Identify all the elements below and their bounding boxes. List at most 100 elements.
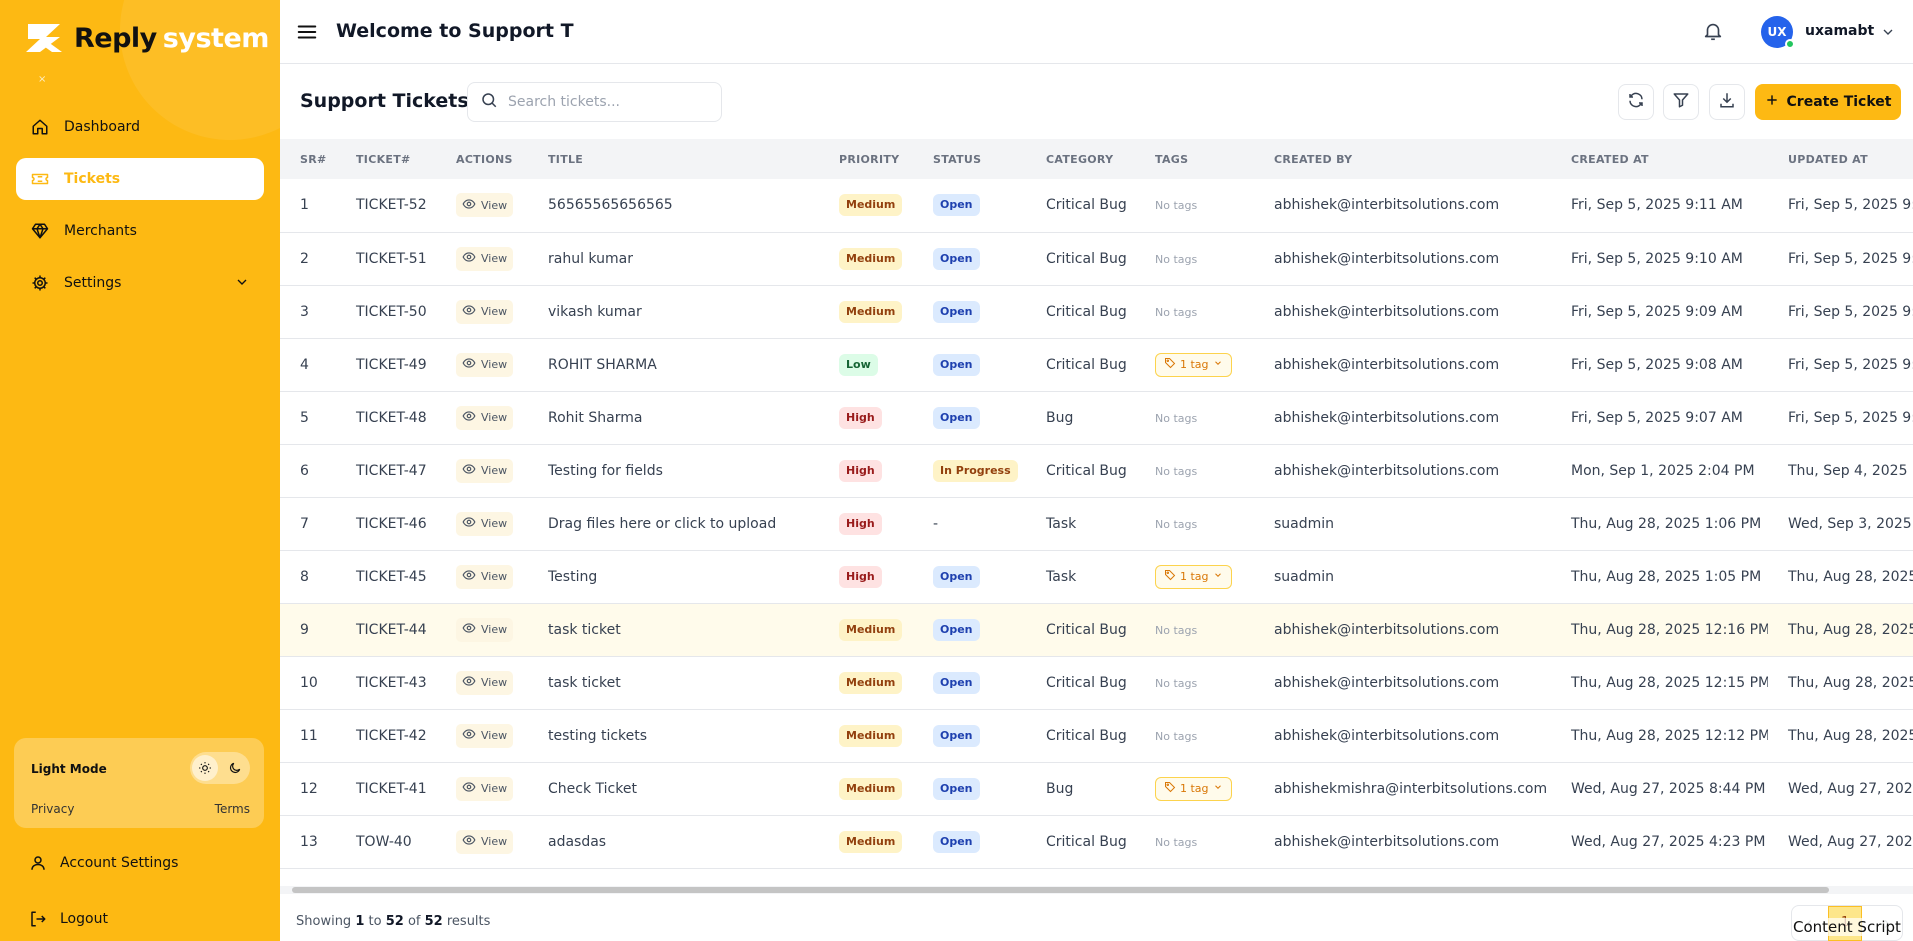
status-cell: Open [913,603,1026,656]
view-button[interactable]: View [456,723,514,748]
view-button[interactable]: View [456,564,514,589]
updated-at-cell: Fri, Sep 5, 2025 9:10 AM [1788,250,1913,267]
tag-icon [1164,781,1176,796]
sidebar-item-merchants[interactable]: Merchants [16,210,264,252]
column-header[interactable]: TAGS [1135,139,1254,179]
view-button[interactable]: View [456,670,514,695]
created-at-cell: Thu, Aug 28, 2025 1:06 PM [1571,515,1762,532]
status-badge: Open [933,247,980,270]
view-button[interactable]: View [456,458,514,483]
search-input[interactable] [508,94,708,110]
table-row[interactable]: 6 TICKET-47 View Testing for fields High In P… [280,444,1913,497]
column-header[interactable]: TICKET# [336,139,436,179]
table-row[interactable]: 1 TICKET-52 View 56565565656565 Medium Open Cr… [280,179,1913,232]
column-header[interactable]: SR# [280,139,336,179]
created-at-cell: Wed, Aug 27, 2025 8:44 PM [1571,780,1766,797]
view-button[interactable]: View [456,193,514,218]
table-row[interactable]: 7 TICKET-46 View Drag files here or click t… [280,497,1913,550]
sidebar-item-tickets[interactable]: Tickets [16,158,264,200]
table-row[interactable]: 8 TICKET-45 View Testing High Open Task 1 tag su… [280,550,1913,603]
sidebar-item-dashboard[interactable]: Dashboard [16,106,264,148]
view-button[interactable]: View [456,511,514,536]
tags-cell: 1 tag [1135,762,1254,815]
sr-cell: 10 [300,674,318,691]
content-script-overlay: Content Script [1793,918,1901,936]
status-cell: Open [913,762,1026,815]
sidebar: Reply system × Dashboard Tickets Merchant… [0,0,280,941]
actions-cell: View [436,232,528,285]
priority-cell: Medium [819,603,913,656]
chevron-down-icon[interactable] [1880,24,1896,40]
tags-cell: No tags [1135,815,1254,868]
privacy-link[interactable]: Privacy [31,802,74,816]
tags-cell: 1 tag [1135,338,1254,391]
account-settings-link[interactable]: Account Settings [28,851,178,875]
view-button[interactable]: View [456,405,514,430]
eye-icon [462,356,476,373]
download-button[interactable] [1709,84,1745,120]
category-cell: Critical Bug [1046,462,1127,479]
tags-dropdown[interactable]: 1 tag [1155,564,1232,589]
scrollbar-thumb[interactable] [292,887,1829,893]
column-header[interactable]: ACTIONS [436,139,528,179]
user-icon [28,853,48,873]
tags-dropdown[interactable]: 1 tag [1155,352,1232,377]
tags-cell: No tags [1135,603,1254,656]
view-button[interactable]: View [456,617,514,642]
refresh-button[interactable] [1618,84,1654,120]
bell-icon[interactable] [1702,20,1724,42]
status-badge: Open [933,353,980,376]
view-button[interactable]: View [456,299,514,324]
view-button[interactable]: View [456,829,514,854]
sr-cell: 7 [300,515,309,532]
category-cell: Critical Bug [1046,727,1127,744]
horizontal-scrollbar[interactable] [280,886,1913,894]
column-header[interactable]: PRIORITY [819,139,913,179]
column-header[interactable]: STATUS [913,139,1026,179]
chevron-down-icon [1213,782,1223,795]
logo[interactable]: Reply system [24,18,269,58]
actions-cell: View [436,179,528,232]
updated-at-cell: Fri, Sep 5, 2025 9:07 AM [1788,409,1913,426]
status-empty: - [933,515,939,532]
column-header[interactable]: TITLE [528,139,819,179]
created-by-cell: abhishek@interbitsolutions.com [1274,462,1500,479]
chevron-down-icon [234,274,250,294]
column-header[interactable]: CATEGORY [1026,139,1135,179]
table-row[interactable]: 5 TICKET-48 View Rohit Sharma High Open Bug No … [280,391,1913,444]
view-button[interactable]: View [456,352,514,377]
category-cell: Critical Bug [1046,356,1127,373]
menu-icon[interactable] [296,21,318,43]
table-row[interactable]: 11 TICKET-42 View testing tickets Medium Open… [280,709,1913,762]
status-cell: Open [913,391,1026,444]
moon-icon[interactable] [222,755,248,781]
view-button[interactable]: View [456,776,514,801]
priority-badge: Medium [839,618,903,641]
actions-cell: View [436,762,528,815]
table-row[interactable]: 2 TICKET-51 View rahul kumar Medium Open Criti… [280,232,1913,285]
table-row[interactable]: 13 TOW-40 View adasdas Medium Open Critical Bu… [280,815,1913,868]
table-row[interactable]: 9 TICKET-44 View task ticket Medium Open Criti… [280,603,1913,656]
column-header[interactable]: CREATED BY [1254,139,1551,179]
ticket-id-cell: TICKET-41 [356,780,427,797]
tags-dropdown[interactable]: 1 tag [1155,776,1232,801]
username[interactable]: uxamabt [1805,23,1874,39]
table-row[interactable]: 10 TICKET-43 View task ticket Medium Open Crit… [280,656,1913,709]
view-button[interactable]: View [456,246,514,271]
title-cell: testing tickets [548,727,648,744]
created-by-cell: abhishek@interbitsolutions.com [1274,303,1500,320]
table-row[interactable]: 4 TICKET-49 View ROHIT SHARMA Low Open Critica… [280,338,1913,391]
created-at-cell: Fri, Sep 5, 2025 9:09 AM [1571,303,1743,320]
table-row[interactable]: 3 TICKET-50 View vikash kumar Medium Open Crit… [280,285,1913,338]
sun-icon[interactable] [192,755,218,781]
column-header[interactable]: CREATED AT [1551,139,1768,179]
eye-icon [462,197,476,214]
create-ticket-button[interactable]: Create Ticket [1755,84,1901,120]
column-header[interactable]: UPDATED AT [1768,139,1913,179]
logout-link[interactable]: Logout [28,907,108,931]
terms-link[interactable]: Terms [215,802,250,816]
table-row[interactable]: 12 TICKET-41 View Check Ticket Medium Open Bug… [280,762,1913,815]
sidebar-item-settings[interactable]: Settings [16,262,264,304]
filter-button[interactable] [1663,84,1699,120]
status-cell: Open [913,285,1026,338]
